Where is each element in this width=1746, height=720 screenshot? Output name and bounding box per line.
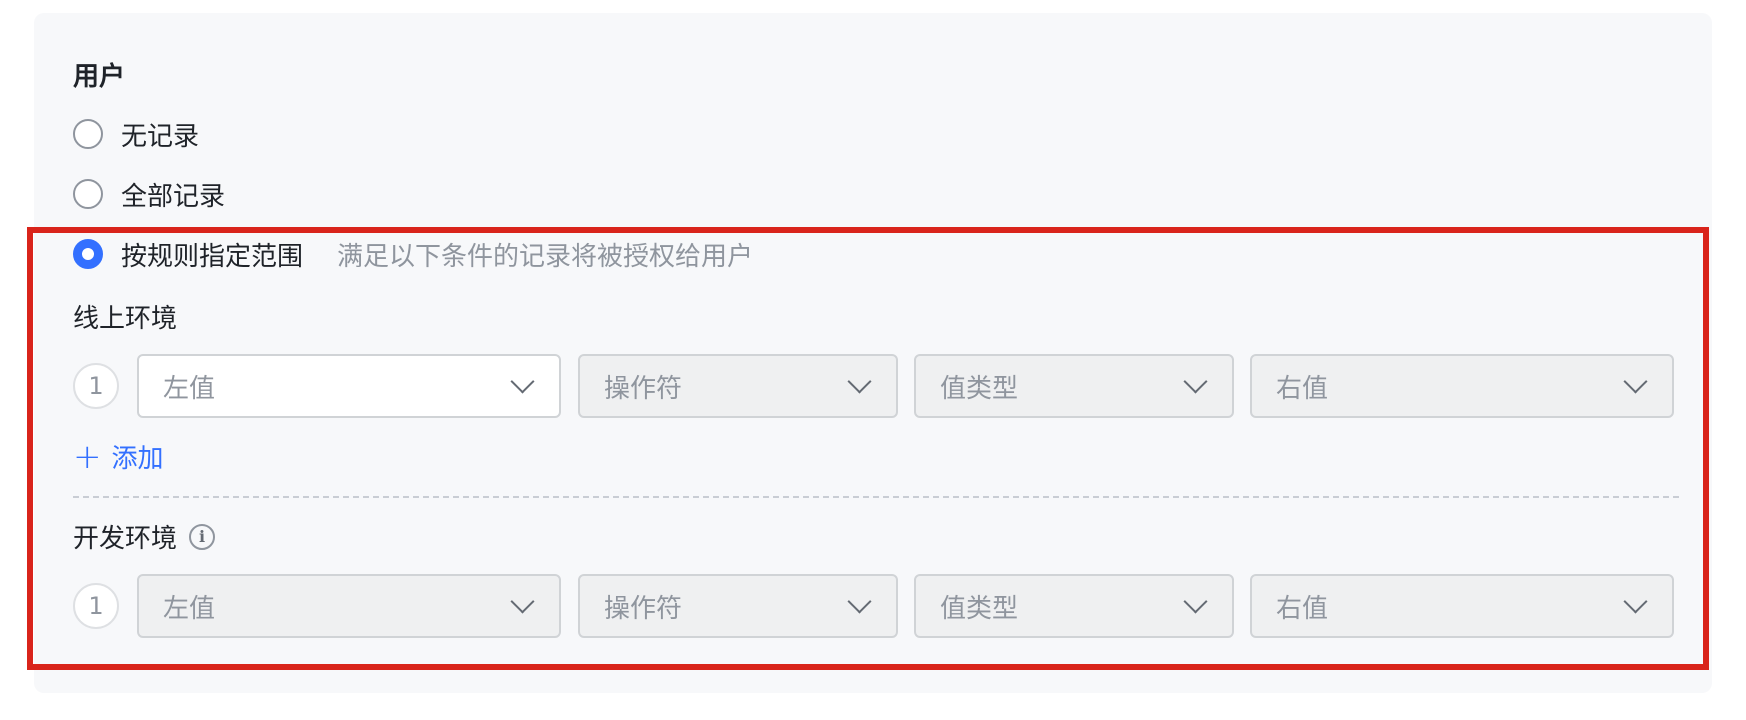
chevron-down-icon [510, 588, 535, 614]
rule-index-badge: 1 [73, 583, 119, 629]
plus-icon: + [73, 436, 102, 477]
chevron-down-icon [1623, 588, 1648, 614]
radio-option-all-records[interactable]: 全部记录 [73, 176, 225, 212]
radio-label: 无记录 [121, 121, 200, 152]
chevron-down-icon [847, 368, 872, 394]
operator-select[interactable]: 操作符 [578, 354, 898, 418]
radio-button-checked[interactable] [73, 239, 103, 269]
rule-index-badge: 1 [73, 363, 119, 409]
chevron-down-icon [1623, 368, 1648, 394]
chevron-down-icon [1183, 368, 1208, 394]
left-value-select[interactable]: 左值 [137, 574, 561, 638]
add-rule-button[interactable]: + 添加 [73, 438, 164, 475]
env-title-dev-label: 开发环境 [73, 524, 178, 554]
info-icon[interactable]: i [189, 523, 216, 550]
right-value-select[interactable]: 右值 [1250, 354, 1674, 418]
radio-label: 按规则指定范围 [121, 241, 304, 272]
operator-select[interactable]: 操作符 [578, 574, 898, 638]
value-type-placeholder: 值类型 [940, 373, 1019, 404]
value-type-select[interactable]: 值类型 [914, 354, 1234, 418]
radio-option-no-records[interactable]: 无记录 [73, 116, 199, 152]
env-title-online: 线上环境 [73, 298, 177, 335]
operator-placeholder: 操作符 [604, 593, 683, 624]
radio-option-rule-scope[interactable]: 按规则指定范围 满足以下条件的记录将被授权给用户 [73, 236, 753, 272]
left-value-placeholder: 左值 [163, 593, 216, 624]
add-rule-label: 添加 [111, 444, 164, 474]
value-type-select[interactable]: 值类型 [914, 574, 1234, 638]
left-value-placeholder: 左值 [163, 373, 216, 404]
radio-label: 全部记录 [121, 181, 226, 212]
left-value-select[interactable]: 左值 [137, 354, 561, 418]
chevron-down-icon [1183, 588, 1208, 614]
chevron-down-icon [510, 368, 535, 394]
right-value-placeholder: 右值 [1276, 593, 1329, 624]
env-title-online-label: 线上环境 [73, 304, 178, 334]
operator-placeholder: 操作符 [604, 373, 683, 404]
radio-button[interactable] [73, 179, 103, 209]
section-divider [73, 496, 1679, 498]
section-title-user: 用户 [73, 62, 126, 92]
right-value-select[interactable]: 右值 [1250, 574, 1674, 638]
value-type-placeholder: 值类型 [940, 593, 1019, 624]
chevron-down-icon [847, 588, 872, 614]
env-title-dev: 开发环境 i [73, 518, 216, 555]
right-value-placeholder: 右值 [1276, 373, 1329, 404]
radio-hint: 满足以下条件的记录将被授权给用户 [337, 241, 754, 272]
radio-button[interactable] [73, 119, 103, 149]
